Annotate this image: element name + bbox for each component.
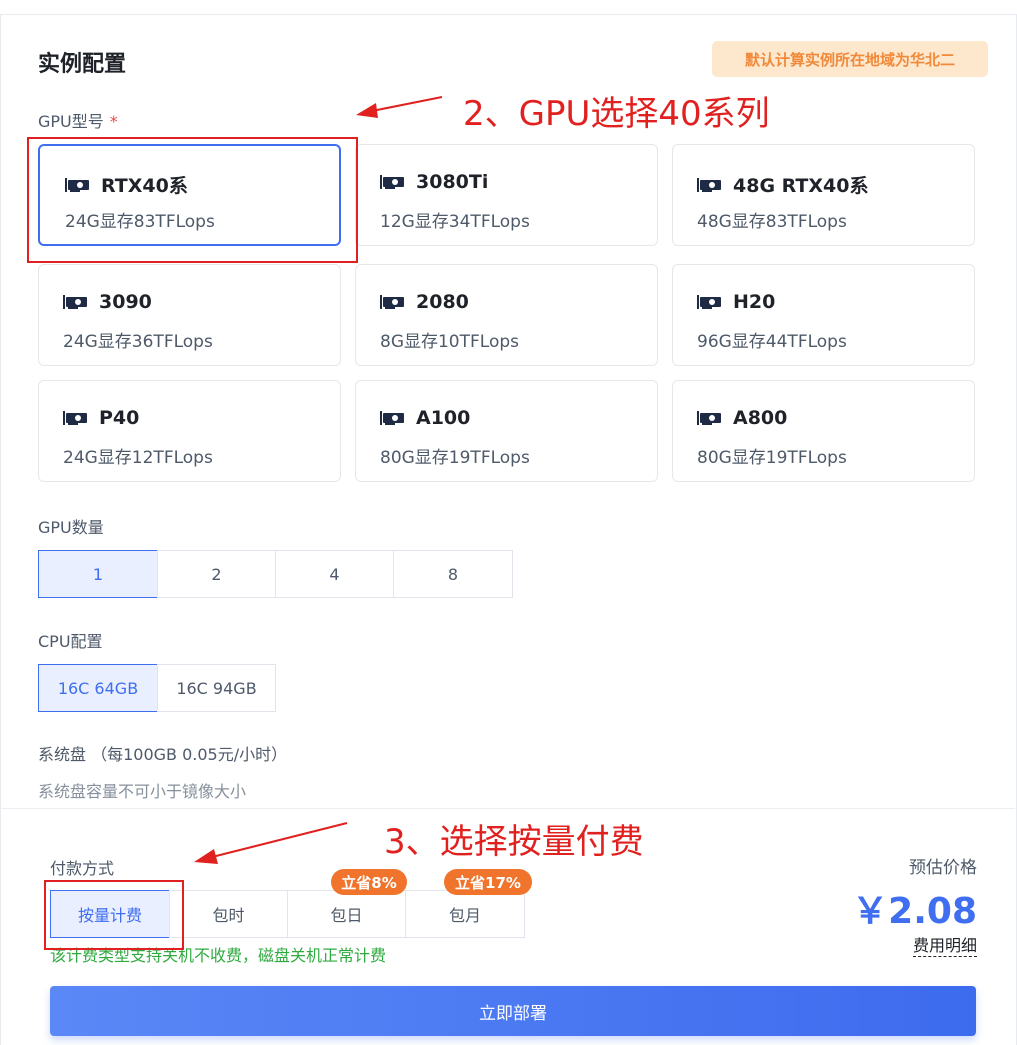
- gpu-card[interactable]: H20 96G显存44TFLops: [672, 264, 975, 366]
- gpu-card-name-text: P40: [99, 407, 140, 429]
- gpu-card-name-text: A100: [416, 407, 471, 429]
- gpu-count-option-8[interactable]: 8: [393, 550, 513, 598]
- gpu-card-name-text: H20: [733, 291, 776, 313]
- cpu-config-label: CPU配置: [38, 632, 103, 651]
- gpu-card-name: P40: [63, 407, 139, 429]
- gpu-card-name: 2080: [380, 291, 469, 313]
- payment-label: 付款方式: [50, 859, 115, 878]
- annotation-step3: 3、选择按量付费: [384, 822, 644, 862]
- gpu-card[interactable]: 3090 24G显存36TFLops: [38, 264, 341, 366]
- gpu-card-name: 3090: [63, 291, 152, 313]
- gpu-count-option-1[interactable]: 1: [38, 550, 158, 598]
- gpu-count-option-4[interactable]: 4: [275, 550, 394, 598]
- gpu-card[interactable]: P40 24G显存12TFLops: [38, 380, 341, 482]
- gpu-card-spec: 80G显存19TFLops: [380, 448, 530, 468]
- gpu-card-spec: 8G显存10TFLops: [380, 332, 520, 352]
- gpu-card[interactable]: 48G RTX40系 48G显存83TFLops: [672, 144, 975, 246]
- gpu-card-name: 48G RTX40系: [697, 171, 868, 198]
- annotation-step2: 2、GPU选择40系列: [463, 94, 770, 134]
- gpu-card-icon: [697, 295, 721, 309]
- gpu-card-icon: [63, 295, 87, 309]
- cpu-option-16c-64gb[interactable]: 16C 64GB: [38, 664, 158, 712]
- fee-detail-link[interactable]: 费用明细: [912, 932, 977, 957]
- gpu-card-name-text: 2080: [416, 291, 469, 313]
- gpu-card-name: A800: [697, 407, 787, 429]
- system-disk-hint: 系统盘容量不可小于镜像大小: [38, 782, 247, 801]
- gpu-card-name-text: A800: [733, 407, 788, 429]
- gpu-card-name-text: 3090: [99, 291, 152, 313]
- gpu-card-spec: 24G显存12TFLops: [63, 448, 213, 468]
- gpu-card[interactable]: 3080Ti 12G显存34TFLops: [355, 144, 658, 246]
- section-title: 实例配置: [38, 52, 127, 77]
- gpu-model-label: GPU型号 *: [38, 108, 118, 132]
- gpu-card-spec: 96G显存44TFLops: [697, 332, 847, 352]
- gpu-card-icon: [697, 177, 721, 192]
- gpu-count-option-2[interactable]: 2: [157, 550, 276, 598]
- gpu-card[interactable]: A100 80G显存19TFLops: [355, 380, 658, 482]
- monthly-discount-badge: 立省17%: [444, 869, 532, 895]
- payment-option-monthly[interactable]: 包月: [405, 890, 525, 938]
- gpu-card-spec: 48G显存83TFLops: [697, 212, 847, 232]
- estimated-price-label: 预估价格: [909, 858, 977, 878]
- gpu-card-icon: [697, 411, 721, 425]
- payment-option-hourly[interactable]: 包时: [169, 890, 288, 938]
- annotation-box-payment: [44, 880, 184, 950]
- deploy-button[interactable]: 立即部署: [50, 986, 976, 1036]
- gpu-card-icon: [380, 411, 404, 425]
- gpu-card-name: H20: [697, 291, 775, 313]
- gpu-card-spec: 80G显存19TFLops: [697, 448, 847, 468]
- gpu-card-name-text: 3080Ti: [416, 171, 489, 193]
- gpu-card-spec: 24G显存36TFLops: [63, 332, 213, 352]
- gpu-model-label-text: GPU型号: [38, 112, 104, 131]
- gpu-card-icon: [380, 295, 404, 309]
- section-divider: [0, 808, 1015, 809]
- gpu-card-icon: [63, 411, 87, 425]
- system-disk-label: 系统盘 （每100GB 0.05元/小时）: [38, 745, 288, 764]
- gpu-card-icon: [380, 175, 404, 189]
- annotation-box-gpu: [27, 137, 358, 263]
- gpu-count-label: GPU数量: [38, 518, 104, 537]
- gpu-card-name-text: 48G RTX40系: [733, 175, 869, 197]
- required-mark: *: [109, 112, 118, 131]
- payment-option-daily[interactable]: 包日: [287, 890, 406, 938]
- gpu-card[interactable]: 2080 8G显存10TFLops: [355, 264, 658, 366]
- gpu-card[interactable]: A800 80G显存19TFLops: [672, 380, 975, 482]
- gpu-card-spec: 12G显存34TFLops: [380, 212, 530, 232]
- gpu-card-name: A100: [380, 407, 470, 429]
- estimated-price-value: ￥2.08: [852, 891, 977, 932]
- gpu-card-name: 3080Ti: [380, 171, 488, 193]
- region-tag: 默认计算实例所在地域为华北二: [712, 41, 988, 77]
- cpu-option-16c-94gb[interactable]: 16C 94GB: [157, 664, 276, 712]
- daily-discount-badge: 立省8%: [331, 869, 407, 895]
